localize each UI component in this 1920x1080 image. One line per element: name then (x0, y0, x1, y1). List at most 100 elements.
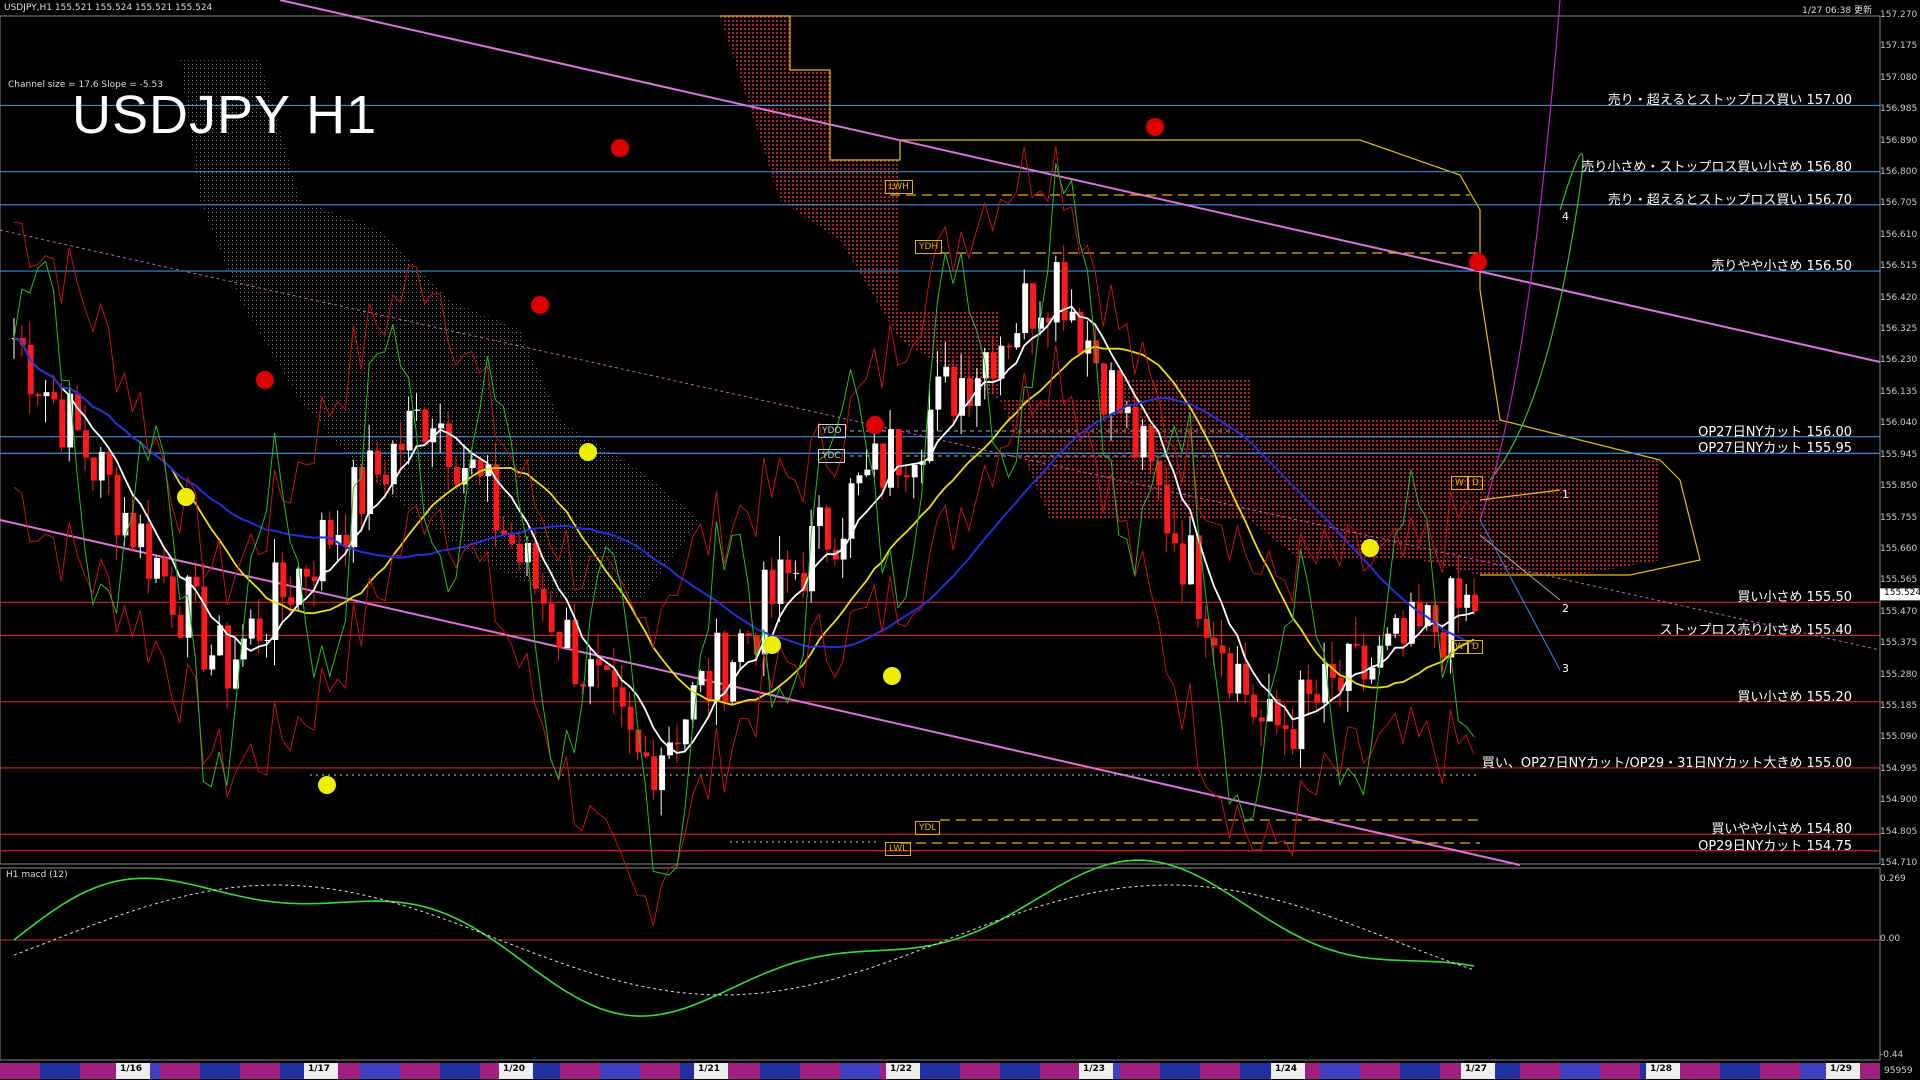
candle-body (1385, 633, 1392, 646)
date-bar-segment (800, 1063, 840, 1079)
candle-body (1180, 543, 1186, 585)
candle-body (59, 399, 66, 448)
marker-box: YDC (818, 449, 845, 463)
candle-body (1148, 425, 1155, 462)
candle-body (217, 625, 224, 656)
candle-body (659, 755, 666, 791)
level-label: ストップロス売り小さめ 155.40 (1659, 623, 1852, 639)
candle-body (138, 523, 145, 548)
level-label: 買い小さめ 155.20 (1737, 689, 1852, 705)
candle-body (532, 542, 539, 589)
candle-body (122, 512, 129, 536)
candle-body (1172, 533, 1179, 544)
candle-body (517, 543, 524, 563)
price-axis-label: 156.985 (1880, 104, 1918, 115)
price-axis-label: 156.135 (1880, 386, 1918, 397)
candle-body (1259, 717, 1265, 722)
macd-axis-label: 0.00 (1880, 934, 1901, 944)
date-bar-segment (1400, 1063, 1440, 1079)
candle-body (911, 464, 918, 478)
level-label: 売りやや小さめ 156.50 (1711, 259, 1852, 275)
candle-body (509, 534, 516, 544)
candle-body (769, 569, 776, 604)
candle-body (1401, 618, 1407, 644)
candle-body (493, 464, 500, 531)
candle-body (453, 467, 460, 485)
date-bar-segment (40, 1063, 80, 1079)
candle-body (1361, 645, 1368, 680)
candle-body (596, 659, 602, 666)
candle-body (1298, 679, 1305, 750)
candle-body (564, 619, 571, 648)
candle-body (1140, 425, 1147, 458)
fractal-up-marker (883, 667, 901, 685)
level-label: OP29日NYカット 154.75 (1698, 838, 1852, 854)
candle-body (1472, 594, 1478, 612)
level-label: 買い小さめ 155.50 (1737, 590, 1852, 606)
symbol-info: USDJPY,H1 155.521 155.524 155.521 155.52… (4, 3, 213, 13)
candle-body (209, 655, 216, 670)
candle-body (674, 742, 681, 745)
fractal-down-marker (256, 371, 274, 389)
date-bar-segment (1360, 1063, 1400, 1079)
fractal-up-marker (763, 636, 781, 654)
date-bar-segment (1600, 1063, 1640, 1079)
candle-body (856, 475, 863, 484)
candle-body (201, 586, 208, 670)
fractal-down-marker (1469, 253, 1487, 271)
candle-body (777, 559, 784, 604)
candle-body (540, 588, 547, 604)
candle-body (1164, 485, 1171, 534)
candle-body (169, 576, 176, 615)
fractal-up-marker (177, 488, 195, 506)
candle-body (114, 474, 121, 536)
candle-body (1116, 370, 1123, 413)
candle-body (280, 562, 287, 598)
candle-body (1069, 311, 1076, 321)
price-axis-label: 156.230 (1880, 355, 1918, 366)
candle-body (627, 706, 634, 730)
datebar-right-label: 95959 (1884, 1066, 1913, 1076)
candle-body (872, 443, 879, 470)
price-axis-label: 157.080 (1880, 72, 1918, 83)
date-bar-segment (840, 1063, 880, 1079)
level-label: OP27日NYカット 155.95 (1698, 441, 1852, 457)
candle-body (398, 443, 405, 451)
candle-body (1353, 643, 1360, 646)
candle-body (1282, 725, 1289, 730)
candle-body (1014, 333, 1021, 348)
date-bar-segment (600, 1063, 640, 1079)
marker-box: D (1468, 476, 1483, 490)
level-label: 売り・超えるとストップロス買い 157.00 (1607, 93, 1852, 109)
price-axis-label: 156.705 (1880, 198, 1918, 209)
price-axis-label: 156.610 (1880, 229, 1918, 240)
macd-axis-label: 0.269 (1880, 874, 1906, 884)
candle-body (619, 687, 626, 707)
price-axis-label: 155.660 (1880, 543, 1918, 554)
candle-body (990, 352, 997, 379)
candle-body (1030, 283, 1037, 329)
candle-body (1022, 283, 1029, 334)
candle-body (1211, 637, 1218, 646)
price-axis-label: 156.890 (1880, 135, 1918, 146)
fractal-down-marker (531, 296, 549, 314)
candle-body (193, 576, 200, 587)
date-label: 1/29 (1830, 1064, 1853, 1074)
marker-box: LWL (885, 842, 912, 856)
candle-body (414, 409, 421, 411)
date-bar-segment (440, 1063, 480, 1079)
candle-body (382, 474, 389, 485)
date-bar-segment (1520, 1063, 1560, 1079)
date-bar-segment (1320, 1063, 1360, 1079)
candle-body (1345, 643, 1352, 691)
candle-body (1306, 679, 1313, 695)
candle-body (327, 519, 334, 545)
price-axis-label: 156.800 (1880, 167, 1918, 178)
date-label: 1/24 (1275, 1064, 1298, 1074)
candle-body (943, 366, 950, 377)
candle-body (1227, 653, 1234, 694)
price-axis-label: 154.805 (1880, 826, 1918, 837)
candle-body (785, 559, 792, 574)
fractal-up-marker (318, 776, 336, 794)
top-info-bar: USDJPY,H1 155.521 155.524 155.521 155.52… (0, 0, 1920, 16)
